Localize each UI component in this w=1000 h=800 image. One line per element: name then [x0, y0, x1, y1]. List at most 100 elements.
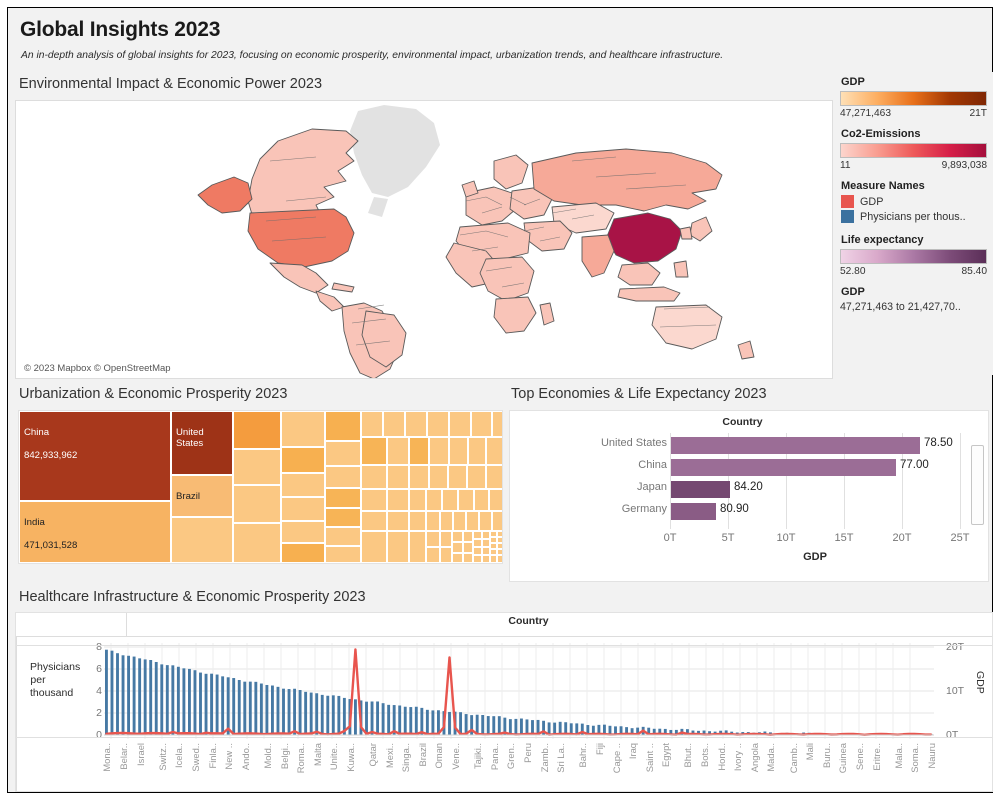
treemap-cell[interactable] — [482, 539, 490, 547]
combo-bar[interactable] — [176, 666, 180, 735]
treemap-cell[interactable] — [325, 466, 361, 488]
combo-bar[interactable] — [320, 694, 324, 735]
combo-bar[interactable] — [193, 670, 197, 735]
bar-rect[interactable] — [671, 459, 896, 476]
treemap-cell[interactable] — [387, 511, 409, 531]
treemap-cell[interactable] — [426, 547, 440, 563]
treemap-cell[interactable] — [490, 555, 497, 563]
treemap-cell[interactable] — [463, 553, 473, 563]
combo-bar[interactable] — [221, 676, 225, 735]
treemap-cell[interactable] — [281, 473, 325, 497]
treemap-cell[interactable] — [361, 437, 387, 465]
treemap-cell[interactable] — [492, 511, 502, 531]
treemap-cell[interactable] — [361, 511, 387, 531]
combo-bar[interactable] — [182, 668, 186, 735]
treemap-cell[interactable] — [489, 489, 502, 511]
combo-bar[interactable] — [326, 695, 330, 735]
combo-bar[interactable] — [204, 673, 208, 735]
combo-bar[interactable] — [425, 709, 429, 735]
combo-bar[interactable] — [160, 664, 164, 735]
treemap-cell[interactable] — [426, 489, 442, 511]
treemap-cell[interactable] — [325, 527, 361, 546]
combo-bar[interactable] — [486, 716, 490, 735]
combo-bar[interactable] — [188, 668, 191, 735]
treemap-cell[interactable] — [281, 497, 325, 521]
combo-bar[interactable] — [127, 655, 131, 735]
combo-bar[interactable] — [414, 706, 418, 735]
treemap-cell[interactable] — [325, 411, 361, 441]
treemap-cell[interactable] — [468, 437, 486, 465]
legend-gdp[interactable]: GDP 47,271,463 21T — [840, 76, 987, 119]
combo-bar[interactable] — [398, 705, 402, 736]
combo-bar[interactable] — [287, 689, 291, 735]
combo-bar[interactable] — [431, 710, 435, 735]
treemap-cell[interactable] — [361, 465, 387, 489]
combo-bar[interactable] — [259, 683, 263, 735]
combo-bar[interactable] — [199, 672, 202, 735]
combo-bar[interactable] — [481, 715, 485, 735]
combo-bar[interactable] — [354, 699, 357, 735]
treemap-cell[interactable] — [453, 511, 466, 531]
treemap-cell-china[interactable]: China 842,933,962 — [19, 411, 171, 501]
treemap-cell[interactable] — [440, 511, 453, 531]
combo-bar[interactable] — [116, 653, 119, 735]
bar-rect[interactable] — [671, 481, 730, 498]
combo-chart[interactable]: Country Physicians per thousand 8 6 4 2 0… — [15, 612, 993, 792]
treemap-cell[interactable] — [409, 437, 429, 465]
combo-bar[interactable] — [497, 716, 501, 735]
treemap-cell[interactable] — [325, 508, 361, 527]
treemap-cell[interactable] — [233, 411, 281, 449]
treemap-cell-brazil[interactable]: Brazil — [171, 475, 233, 517]
treemap-cell[interactable] — [474, 489, 489, 511]
combo-bar[interactable] — [420, 707, 424, 735]
combo-bar[interactable] — [293, 688, 297, 735]
combo-bar[interactable] — [403, 706, 407, 735]
bar-row-united-states[interactable]: United States 78.50 — [510, 435, 975, 457]
combo-bar[interactable] — [381, 703, 385, 735]
treemap-cell[interactable] — [405, 411, 427, 437]
combo-bar[interactable] — [331, 695, 335, 735]
treemap-cell[interactable] — [473, 531, 482, 539]
legend-item-physicians[interactable]: Physicians per thous.. — [841, 210, 987, 223]
treemap-cell[interactable] — [426, 511, 440, 531]
treemap-cell[interactable] — [452, 531, 463, 542]
legend-co2[interactable]: Co2-Emissions 11 9,893,038 — [840, 128, 987, 171]
legend-item-gdp[interactable]: GDP — [841, 195, 987, 208]
combo-bar[interactable] — [165, 665, 169, 735]
combo-bar[interactable] — [132, 656, 136, 735]
combo-bar[interactable] — [105, 649, 108, 735]
treemap-cell-india[interactable]: India 471,031,528 — [19, 501, 171, 563]
treemap-cell[interactable] — [281, 411, 325, 447]
treemap-cell[interactable] — [482, 547, 490, 555]
combo-bar[interactable] — [309, 692, 313, 735]
combo-bar[interactable] — [271, 685, 274, 735]
treemap-cell[interactable] — [482, 555, 490, 563]
treemap-cell[interactable] — [233, 449, 281, 485]
bar-chart-scrollbar[interactable] — [971, 445, 984, 525]
treemap-cell[interactable] — [409, 465, 429, 489]
treemap-cell[interactable] — [409, 489, 426, 511]
combo-bar[interactable] — [315, 693, 319, 735]
treemap-cell[interactable] — [233, 485, 281, 523]
treemap-cell[interactable] — [426, 531, 440, 547]
treemap-cell[interactable] — [473, 539, 482, 547]
treemap-cell[interactable] — [479, 511, 492, 531]
treemap-cell[interactable] — [325, 546, 361, 563]
treemap-cell[interactable] — [361, 531, 387, 563]
treemap-cell[interactable] — [492, 411, 502, 437]
combo-bar[interactable] — [110, 650, 114, 735]
treemap-cell[interactable] — [361, 489, 387, 511]
combo-bar[interactable] — [226, 677, 230, 735]
treemap-cell[interactable] — [429, 465, 448, 489]
legend-life-expectancy[interactable]: Life expectancy 52.80 85.40 — [840, 234, 987, 277]
combo-bar[interactable] — [149, 660, 153, 735]
combo-bar[interactable] — [525, 719, 529, 735]
combo-bar[interactable] — [265, 684, 269, 735]
treemap-cell[interactable] — [325, 441, 361, 466]
combo-bar[interactable] — [276, 686, 280, 735]
treemap-cell[interactable] — [452, 542, 463, 553]
treemap-cell[interactable] — [427, 411, 449, 437]
treemap-cell[interactable] — [387, 531, 409, 563]
combo-bar[interactable] — [282, 688, 285, 735]
treemap-cell[interactable] — [325, 488, 361, 508]
